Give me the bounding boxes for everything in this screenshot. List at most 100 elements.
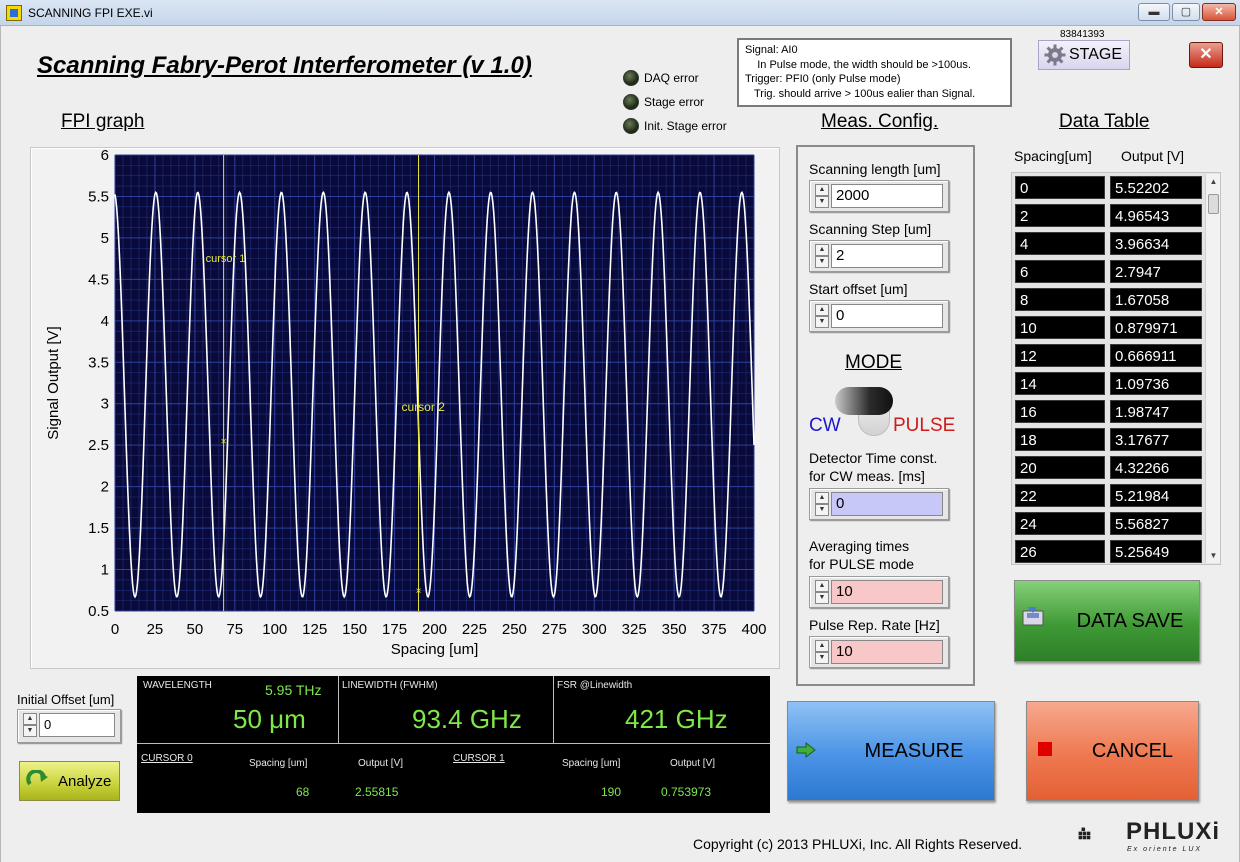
x-axis-label: Spacing [um]	[391, 641, 479, 658]
table-cell-output[interactable]: 5.25649	[1110, 540, 1202, 563]
detector-time-label-line1: Detector Time const.	[809, 450, 938, 466]
graph-title: FPI graph	[61, 111, 145, 132]
spin-up-icon[interactable]: ▲	[815, 640, 829, 652]
table-cell-spacing[interactable]: 2	[1015, 204, 1105, 227]
cursor-1-label: cursor 1	[206, 253, 246, 265]
data-save-button[interactable]: DATA SAVE	[1014, 580, 1200, 662]
cancel-button[interactable]: CANCEL	[1026, 701, 1199, 801]
init-stage-error-led	[623, 118, 639, 134]
table-cell-spacing[interactable]: 24	[1015, 512, 1105, 535]
fpi-graph[interactable]: 0 25 50 75 100 125 150 175 200 225 250 275 300 325 350…	[30, 147, 780, 669]
stop-close-button[interactable]: ✕	[1189, 42, 1223, 68]
table-col-spacing: Spacing[um]	[1014, 148, 1092, 164]
scroll-down-icon[interactable]: ▼	[1206, 548, 1221, 563]
x-tick-label: 25	[147, 621, 164, 638]
analyze-button[interactable]: Analyze	[19, 761, 120, 801]
stage-button[interactable]: STAGE	[1038, 40, 1130, 70]
table-cell-spacing[interactable]: 8	[1015, 288, 1105, 311]
table-cell-spacing[interactable]: 4	[1015, 232, 1105, 255]
table-cell-output[interactable]: 3.96634	[1110, 232, 1202, 255]
x-tick-label: 350	[662, 621, 687, 638]
table-cell-output[interactable]: 5.21984	[1110, 484, 1202, 507]
cursor0-label: CURSOR 0	[141, 753, 193, 764]
table-cell-output[interactable]: 1.98747	[1110, 400, 1202, 423]
table-cell-output[interactable]: 2.7947	[1110, 260, 1202, 283]
table-cell-output[interactable]: 4.96543	[1110, 204, 1202, 227]
results-panel: WAVELENGTH 5.95 THz 50 μm LINEWIDTH (FWH…	[137, 676, 770, 813]
table-cell-spacing[interactable]: 20	[1015, 456, 1105, 479]
table-cell-output[interactable]: 5.56827	[1110, 512, 1202, 535]
mode-pulse-label: PULSE	[893, 415, 956, 436]
table-cell-output[interactable]: 5.52202	[1110, 176, 1202, 199]
table-cell-spacing[interactable]: 6	[1015, 260, 1105, 283]
x-tick-label: 175	[382, 621, 407, 638]
spin-up-icon[interactable]: ▲	[815, 184, 829, 196]
table-cell-output[interactable]: 0.666911	[1110, 344, 1202, 367]
x-tick-label: 150	[342, 621, 367, 638]
spin-up-icon[interactable]: ▲	[815, 304, 829, 316]
x-tick-label: 225	[462, 621, 487, 638]
table-cell-output[interactable]: 4.32266	[1110, 456, 1202, 479]
spin-down-icon[interactable]: ▼	[815, 316, 829, 328]
table-cell-output[interactable]: 0.879971	[1110, 316, 1202, 339]
table-cell-output[interactable]: 1.09736	[1110, 372, 1202, 395]
initial-offset-input[interactable]: 0	[39, 713, 115, 737]
spin-down-icon[interactable]: ▼	[815, 504, 829, 516]
minimize-button[interactable]: ▬	[1138, 3, 1170, 21]
spin-up-icon[interactable]: ▲	[815, 492, 829, 504]
x-tick-label: 325	[622, 621, 647, 638]
scanning-step-spinner[interactable]: ▲ ▼	[815, 244, 829, 268]
table-cell-spacing[interactable]: 18	[1015, 428, 1105, 451]
table-cell-spacing[interactable]: 0	[1015, 176, 1105, 199]
spin-down-icon[interactable]: ▼	[815, 652, 829, 664]
table-cell-spacing[interactable]: 16	[1015, 400, 1105, 423]
mode-toggle-switch[interactable]	[835, 387, 893, 415]
spin-up-icon[interactable]: ▲	[815, 580, 829, 592]
maximize-button[interactable]: ▢	[1172, 3, 1200, 21]
scanning-step-input[interactable]: 2	[831, 244, 943, 268]
scroll-thumb[interactable]	[1208, 194, 1219, 214]
table-cell-spacing[interactable]: 12	[1015, 344, 1105, 367]
scanning-length-label: Scanning length [um]	[809, 161, 941, 177]
rep-rate-input[interactable]: 10	[831, 640, 943, 664]
initial-offset-spinner[interactable]: ▲ ▼	[23, 713, 37, 737]
scanning-step-control: ▲ ▼ 2	[809, 240, 949, 272]
averaging-input[interactable]: 10	[831, 580, 943, 604]
scroll-up-icon[interactable]: ▲	[1206, 174, 1221, 189]
detector-time-label: Detector Time const. for CW meas. [ms]	[809, 449, 937, 485]
table-cell-output[interactable]: 1.67058	[1110, 288, 1202, 311]
window-close-button[interactable]: ✕	[1202, 3, 1236, 21]
table-cell-spacing[interactable]: 10	[1015, 316, 1105, 339]
table-cell-output[interactable]: 3.17677	[1110, 428, 1202, 451]
scanning-length-input[interactable]: 2000	[831, 184, 943, 208]
spin-down-icon[interactable]: ▼	[815, 592, 829, 604]
table-cell-spacing[interactable]: 14	[1015, 372, 1105, 395]
info-line: In Pulse mode, the width should be >100u…	[745, 58, 971, 71]
table-scrollbar[interactable]: ▲ ▼	[1205, 174, 1220, 563]
spin-down-icon[interactable]: ▼	[815, 196, 829, 208]
start-offset-input[interactable]: 0	[831, 304, 943, 328]
averaging-spinner[interactable]: ▲ ▼	[815, 580, 829, 604]
y-tick-label: 5.5	[88, 188, 109, 205]
fsr-label: FSR @Linewidth	[557, 680, 633, 691]
detector-time-spinner[interactable]: ▲ ▼	[815, 492, 829, 516]
y-tick-label: 5	[101, 230, 109, 247]
daq-error-led	[623, 70, 639, 86]
spin-down-icon[interactable]: ▼	[815, 256, 829, 268]
stage-button-label: STAGE	[1069, 46, 1123, 63]
window-titlebar: SCANNING FPI EXE.vi ▬ ▢ ✕	[0, 0, 1240, 26]
spin-up-icon[interactable]: ▲	[23, 713, 37, 725]
detector-time-input[interactable]: 0	[831, 492, 943, 516]
x-tick-label: 125	[302, 621, 327, 638]
scanning-length-spinner[interactable]: ▲ ▼	[815, 184, 829, 208]
y-axis-label: Signal Output [V]	[45, 326, 62, 439]
table-cell-spacing[interactable]: 22	[1015, 484, 1105, 507]
table-cell-spacing[interactable]: 26	[1015, 540, 1105, 563]
start-offset-spinner[interactable]: ▲ ▼	[815, 304, 829, 328]
spin-up-icon[interactable]: ▲	[815, 244, 829, 256]
measure-button[interactable]: MEASURE	[787, 701, 995, 801]
cursor1-output-label: Output [V]	[670, 758, 716, 769]
rep-rate-spinner[interactable]: ▲ ▼	[815, 640, 829, 664]
spin-down-icon[interactable]: ▼	[23, 725, 37, 737]
averaging-label: Averaging times for PULSE mode	[809, 537, 914, 573]
